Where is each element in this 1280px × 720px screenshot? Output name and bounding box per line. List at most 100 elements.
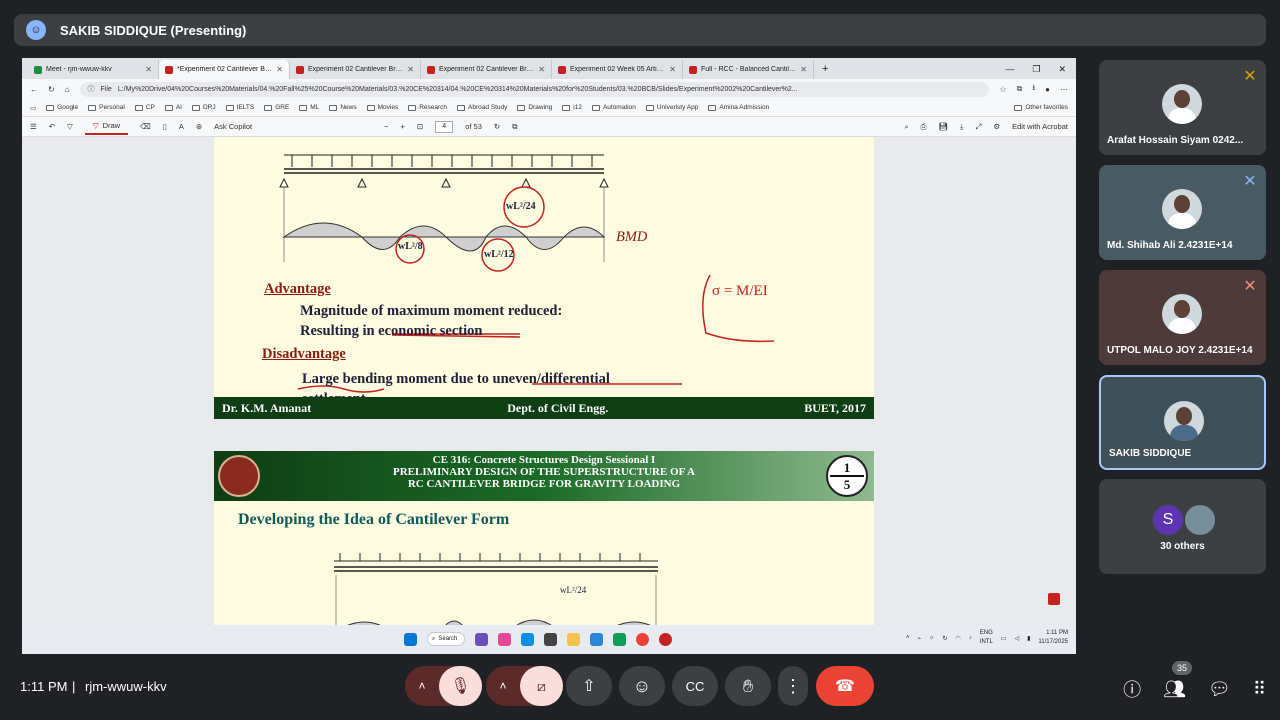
rotate-icon[interactable]: ↻ <box>494 122 500 131</box>
battery-icon[interactable]: ▮ <box>1027 635 1030 642</box>
close-icon[interactable]: ✕ <box>538 65 545 74</box>
participant-tile[interactable]: ✕ Md. Shihab Ali 2.4231E+14 <box>1099 165 1266 260</box>
bookmark-item[interactable]: Univeristy App <box>645 104 698 111</box>
leave-call-button[interactable]: ☎︎ <box>816 666 874 706</box>
bookmark-item[interactable]: CP <box>134 104 155 111</box>
info-icon[interactable]: ⓘ <box>1123 676 1141 702</box>
ask-copilot-button[interactable]: Ask Copilot <box>214 122 252 131</box>
chat-icon[interactable]: 💬︎ <box>1208 679 1231 700</box>
pdf-viewport[interactable]: BMD wL²/24 wL²/8 wL²/12 σ = M/EI Advanta… <box>22 137 1076 631</box>
fullscreen-icon[interactable]: ⤢ <box>975 122 981 132</box>
view-icon[interactable]: ▯ <box>163 122 167 131</box>
sync-icon[interactable]: ↻ <box>943 635 948 642</box>
bookmark-item[interactable]: GRE <box>264 104 289 111</box>
activities-icon[interactable]: ⠿ <box>1253 679 1266 700</box>
browser-tab[interactable]: *Experiment 02 Cantilever Bridge ✕ <box>159 60 290 79</box>
profile-icon[interactable]: ● <box>1045 85 1050 94</box>
browser-tab[interactable]: Experiment 02 Week 05 Articulat ✕ <box>552 60 683 79</box>
close-icon[interactable]: ✕ <box>407 65 414 74</box>
reload-icon[interactable]: ↻ <box>48 85 55 94</box>
extensions-icon[interactable]: ⧉ <box>1017 84 1023 94</box>
wifi-icon[interactable]: ◠ <box>956 635 961 642</box>
fit-page-icon[interactable]: ⊡ <box>417 122 423 131</box>
camera-options-chevron-icon[interactable]: ˄ <box>486 679 520 693</box>
others-tile[interactable]: S 30 others <box>1099 479 1266 574</box>
mic-options-chevron-icon[interactable]: ˄ <box>405 679 439 693</box>
other-favorites[interactable]: Other favorites <box>1014 104 1068 111</box>
close-icon[interactable]: ✕ <box>800 65 807 74</box>
settings-icon[interactable]: ⚙ <box>993 122 1000 131</box>
vscode-icon[interactable] <box>590 632 603 646</box>
notion-icon[interactable] <box>544 632 557 646</box>
bookmark-item[interactable]: Drawing <box>517 104 552 111</box>
colorful-app-icon[interactable] <box>498 632 511 646</box>
minimize-icon[interactable]: — <box>1005 60 1014 79</box>
bookmark-item[interactable]: IELTS <box>225 104 254 111</box>
mic-off-button[interactable]: 🎙︎ <box>439 666 482 706</box>
copilot-icon[interactable]: ⊛ <box>196 122 202 131</box>
bookmark-item[interactable]: Movies <box>366 104 398 111</box>
edit-with-acrobat-button[interactable]: Edit with Acrobat <box>1012 122 1068 131</box>
print-icon[interactable]: ⎙ <box>921 122 927 132</box>
close-icon[interactable]: ✕ <box>276 65 283 74</box>
save-as-icon[interactable]: ⤓ <box>960 122 963 132</box>
page-view-icon[interactable]: ⧉ <box>512 122 517 132</box>
participant-tile[interactable]: ✕ Arafat Hossain Siyam 0242... <box>1099 60 1266 155</box>
bookmark-item[interactable]: Google <box>46 104 78 111</box>
close-window-icon[interactable]: ✕ <box>1058 60 1066 79</box>
eraser-icon[interactable]: ⌫ <box>140 122 151 131</box>
close-icon[interactable]: ✕ <box>669 65 676 74</box>
zoom-out-icon[interactable]: − <box>384 122 388 131</box>
emoji-button[interactable]: ☺ <box>619 666 665 706</box>
browser-tab[interactable]: Experiment 02 Cantilever Bridge ✕ <box>421 60 552 79</box>
browser-tab[interactable]: Experiment 02 Cantilever Bridge ✕ <box>290 60 421 79</box>
file-explorer-icon[interactable] <box>567 632 580 646</box>
bookmark-item[interactable]: Personal <box>88 104 125 111</box>
home-icon[interactable]: ⌂ <box>65 85 70 94</box>
bookmark-item[interactable]: AI <box>164 104 182 111</box>
copilot-app-icon[interactable] <box>475 632 488 646</box>
acrobat-icon[interactable] <box>1048 593 1060 605</box>
back-icon[interactable]: ← <box>30 85 38 94</box>
search-icon[interactable]: ⌕ <box>904 122 908 132</box>
mic-tray-icon[interactable]: ♪ <box>969 635 972 641</box>
bookmark-item[interactable]: DRJ <box>191 104 216 111</box>
read-aloud-icon[interactable]: A <box>179 122 184 131</box>
brightness-icon[interactable]: ☼ <box>929 635 935 641</box>
draw-button[interactable]: ▽ Draw <box>84 119 129 135</box>
bookmark-item[interactable]: ML <box>299 104 319 111</box>
bookmark-item[interactable]: i12 <box>562 104 582 111</box>
windows-start-icon[interactable] <box>404 632 417 646</box>
bookmark-item[interactable]: News <box>329 104 357 111</box>
chrome-icon[interactable] <box>636 632 649 646</box>
people-icon[interactable]: 👥︎ <box>1163 679 1186 700</box>
participant-tile-self[interactable]: SAKIB SIDDIQUE <box>1099 375 1266 470</box>
browser-tab[interactable]: Full - RCC - Balanced Cantilever B✕ <box>683 60 814 79</box>
edge-icon[interactable] <box>521 632 534 646</box>
volume-icon[interactable]: ◁ <box>1014 635 1019 642</box>
browser-tab[interactable]: Meet - rjm-wwuw-kkv ✕ <box>28 60 159 79</box>
download-icon[interactable]: ⭳ <box>1032 82 1035 96</box>
taskbar-clock[interactable]: 1:11 PM 11/17/2025 <box>1038 629 1068 647</box>
more-icon[interactable]: ⋯ <box>1060 85 1068 94</box>
camera-off-button[interactable]: ⧄ <box>520 666 563 706</box>
network-icon[interactable]: ⌁ <box>917 635 921 642</box>
highlight-icon[interactable]: ▽ <box>67 122 73 131</box>
participant-tile[interactable]: ✕ UTPOL MALO JOY 2.4231E+14 <box>1099 270 1266 365</box>
taskbar-search[interactable]: ⌕ Search <box>427 632 465 646</box>
url-field[interactable]: ⓘ File L:/My%20Drive/04%20Courses%20Mate… <box>79 81 990 97</box>
reading-list-icon[interactable]: ▭ <box>30 104 36 112</box>
contents-icon[interactable]: ☰ <box>30 122 37 131</box>
new-tab-button[interactable]: + <box>814 60 836 79</box>
present-button[interactable]: ⇧ <box>566 666 612 706</box>
bookmark-item[interactable]: Amina Admission <box>708 104 769 111</box>
zoom-in-icon[interactable]: + <box>401 122 405 131</box>
more-options-button[interactable]: ⋮ <box>778 666 808 706</box>
close-icon[interactable]: ✕ <box>145 65 152 74</box>
captions-button[interactable]: CC <box>672 666 718 706</box>
acrobat-app-icon[interactable] <box>659 632 672 646</box>
bookmark-item[interactable]: Abroad Study <box>457 104 507 111</box>
bookmark-item[interactable]: Research <box>408 104 447 111</box>
save-icon[interactable]: 💾︎ <box>939 122 949 131</box>
chevron-up-icon[interactable]: ˄ <box>906 635 910 641</box>
